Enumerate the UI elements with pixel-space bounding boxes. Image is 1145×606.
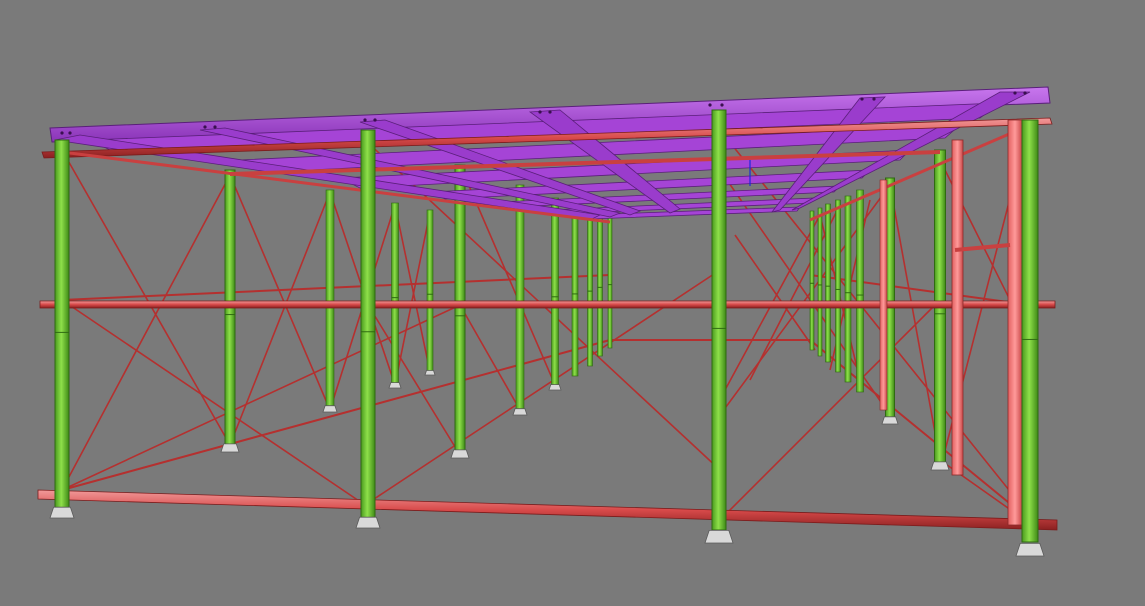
base-plate-13 (424, 370, 436, 376)
rear-column-14 (844, 195, 852, 383)
base-plate-9 (881, 416, 899, 425)
rear-column-17 (817, 207, 823, 357)
pink-post-3 (879, 179, 888, 411)
mid-ledger-front (39, 300, 1056, 309)
rear-column-18 (809, 210, 815, 351)
rear-column-13 (856, 189, 864, 393)
base-plate-12 (548, 384, 562, 391)
rear-column-10 (597, 212, 603, 357)
front-column-2 (360, 129, 376, 519)
rear-column-11 (607, 215, 613, 349)
rear-column-5 (454, 164, 466, 456)
base-plate-2 (355, 516, 381, 529)
base-plate-8 (512, 408, 528, 416)
rear-column-15 (835, 199, 841, 373)
pink-post-1 (1007, 119, 1023, 526)
front-column-1 (54, 139, 70, 511)
front-column-4 (1021, 119, 1039, 543)
rear-column-7 (551, 197, 559, 389)
pink-post-2 (951, 139, 964, 476)
base-plate-1 (49, 506, 75, 519)
front-column-3 (711, 109, 727, 531)
model-viewport[interactable] (0, 0, 1145, 606)
base-plate-4 (1015, 543, 1045, 557)
base-plate-5 (220, 443, 240, 453)
rear-column-9 (587, 209, 593, 367)
rear-column-3 (391, 202, 399, 386)
structure-render (0, 0, 1145, 606)
base-plate-3 (704, 530, 734, 544)
rear-column-8 (571, 204, 579, 377)
base-plate-10 (930, 461, 950, 471)
rear-column-2 (325, 189, 335, 409)
base-plate-6 (322, 405, 338, 413)
rear-column-16 (825, 203, 831, 363)
base-plate-11 (388, 382, 402, 389)
rear-column-4 (426, 209, 434, 373)
rear-column-6 (515, 184, 525, 413)
rear-column-1 (224, 169, 236, 449)
base-plate-7 (450, 449, 470, 459)
